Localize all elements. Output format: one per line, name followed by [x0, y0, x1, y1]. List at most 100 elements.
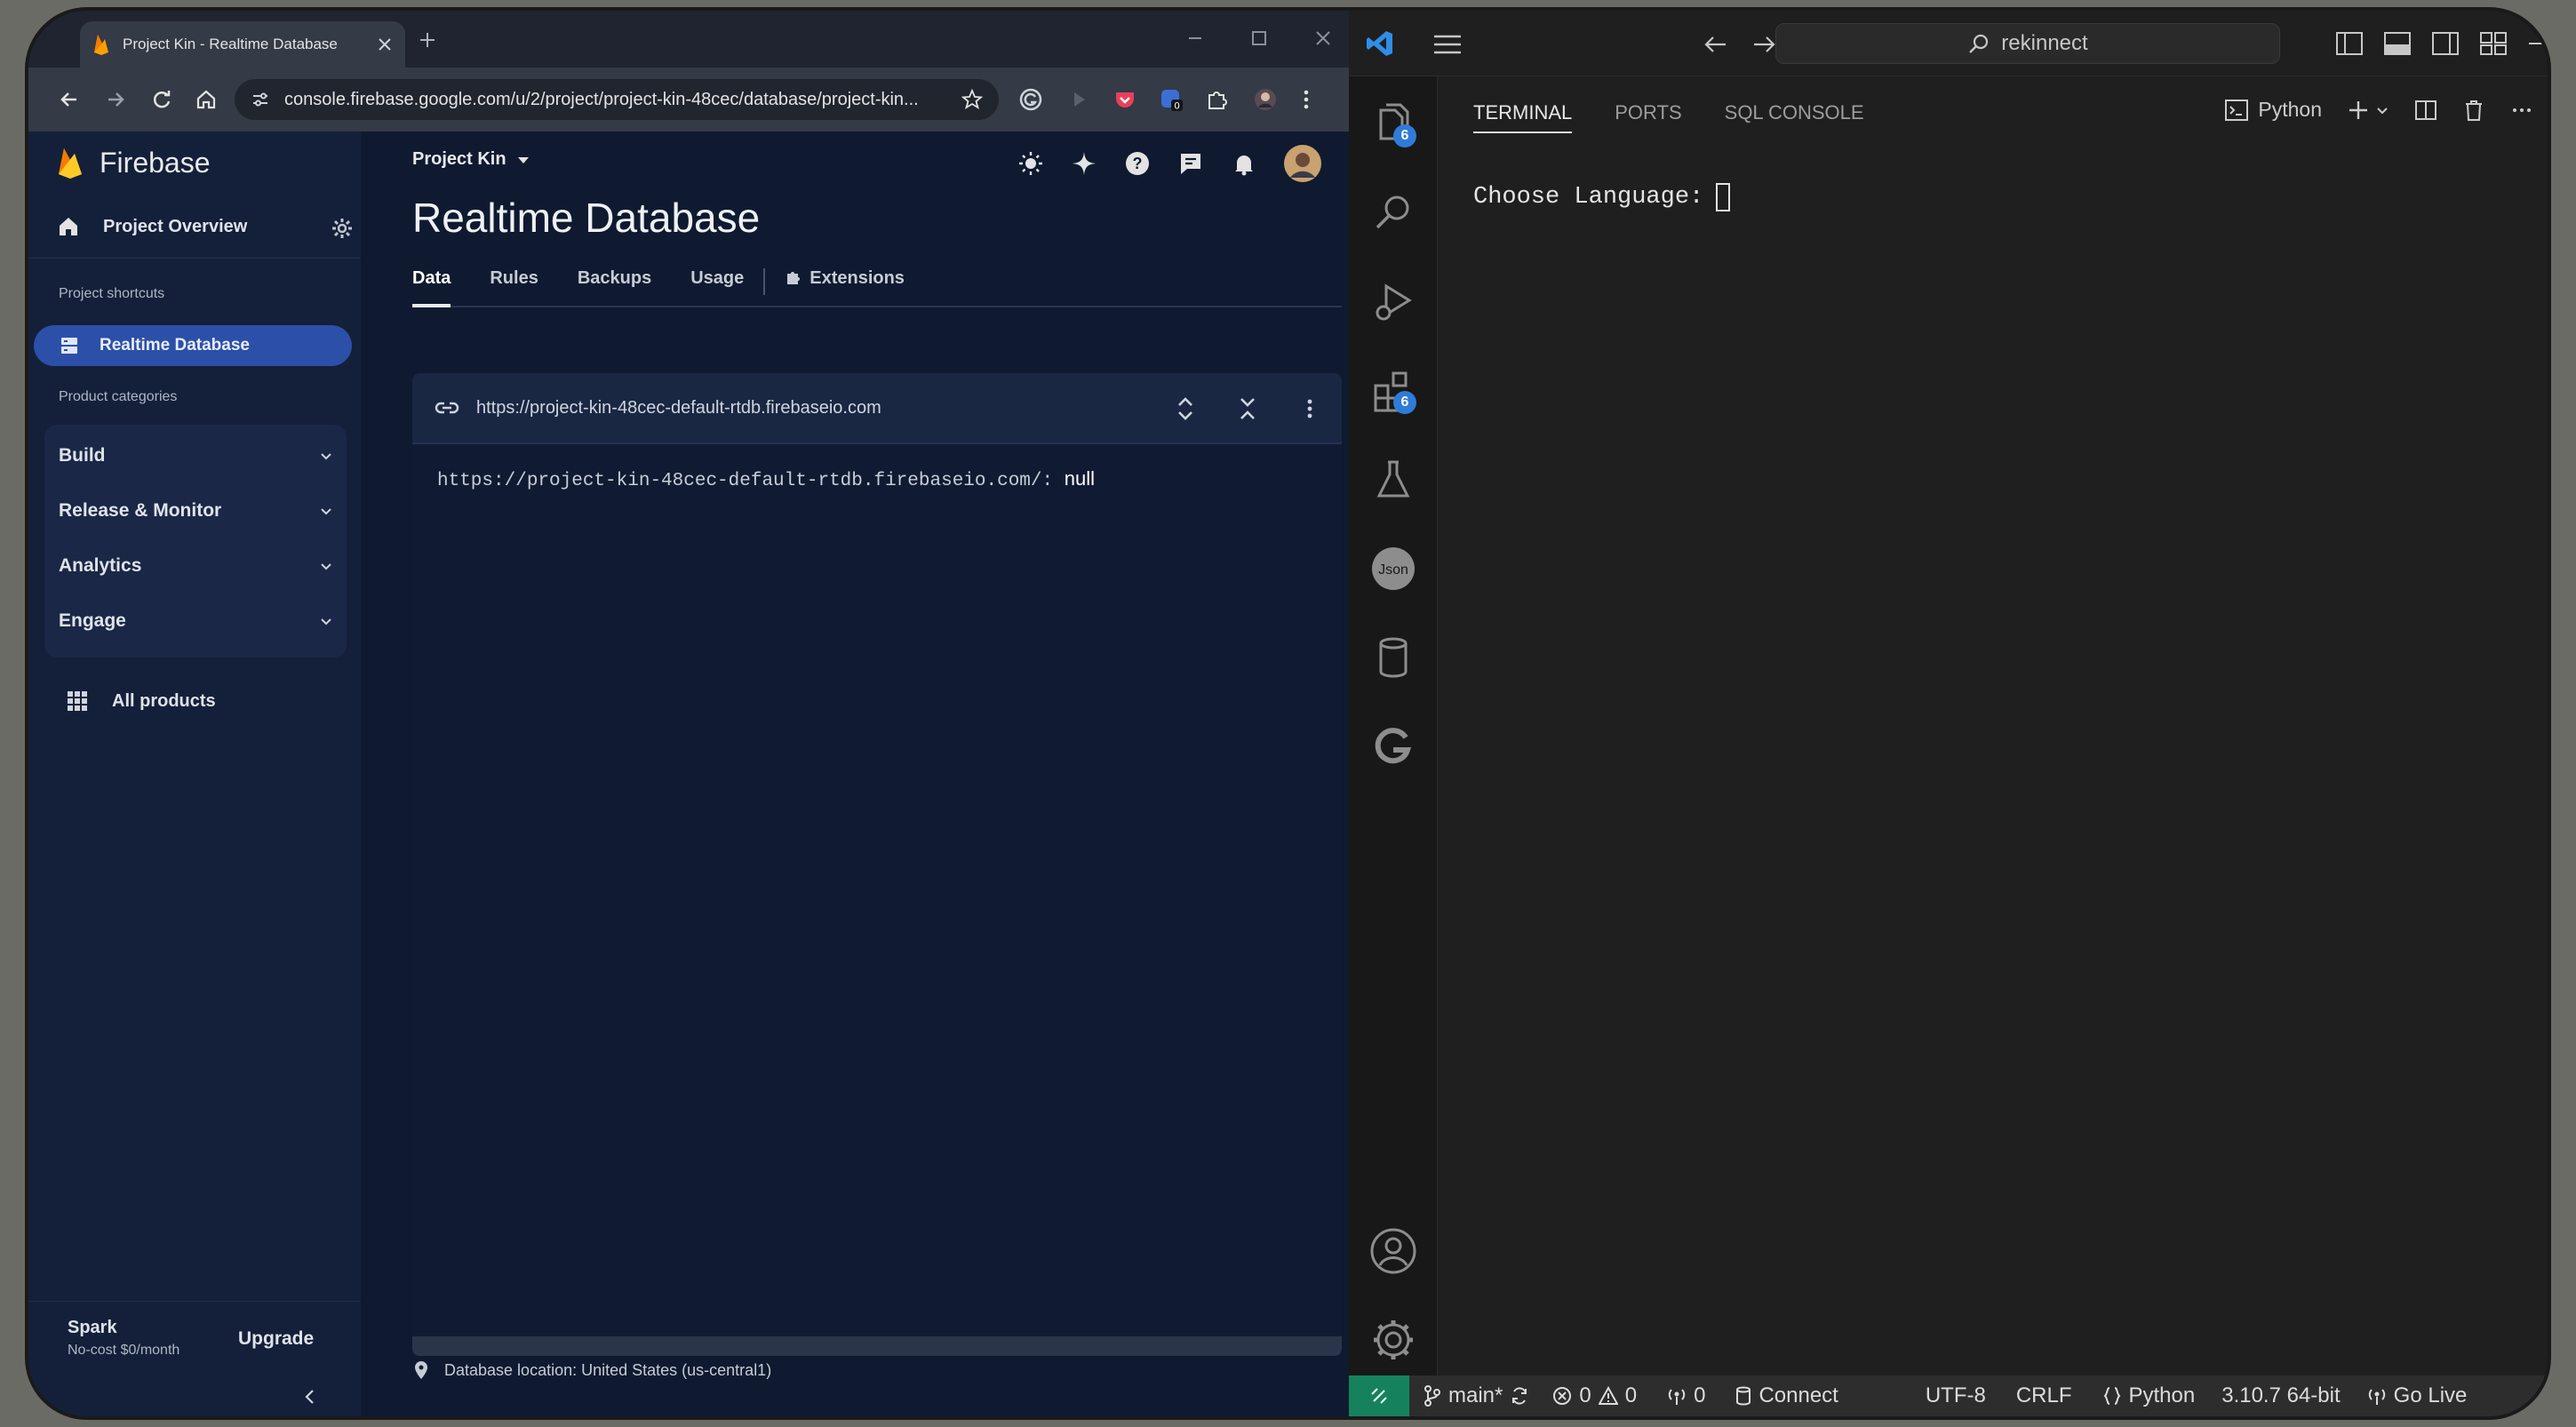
remote-indicator[interactable]: [1349, 1375, 1409, 1416]
language-mode[interactable]: Python: [2102, 1383, 2195, 1408]
terminal-profile[interactable]: Python: [2224, 98, 2322, 122]
all-products-link[interactable]: All products: [66, 690, 216, 713]
settings-gear-icon[interactable]: [1367, 1313, 1420, 1367]
more-actions-icon[interactable]: [2510, 99, 2533, 122]
eol-indicator[interactable]: CRLF: [2016, 1383, 2072, 1408]
bookmark-star-icon[interactable]: [961, 89, 983, 110]
play-extension-icon[interactable]: [1066, 87, 1091, 112]
expand-all-icon[interactable]: [1171, 395, 1200, 423]
category-analytics[interactable]: Analytics: [59, 538, 334, 594]
sql-connect[interactable]: Connect: [1735, 1383, 1838, 1408]
gemini-sparkle-icon[interactable]: [1070, 149, 1098, 178]
encoding-indicator[interactable]: UTF-8: [1926, 1383, 1986, 1408]
tab-ports[interactable]: PORTS: [1615, 101, 1681, 133]
theme-toggle-icon[interactable]: [1017, 149, 1045, 178]
category-release-monitor[interactable]: Release & Monitor: [59, 483, 334, 538]
panel-tabs: TERMINAL PORTS SQL CONSOLE: [1473, 101, 1864, 133]
git-branch[interactable]: main*: [1424, 1383, 1529, 1408]
hamburger-menu-icon[interactable]: [1432, 32, 1463, 57]
tab-extensions[interactable]: Extensions: [785, 268, 905, 307]
browser-window: Project Kin - Realtime Database console.…: [28, 11, 1349, 1416]
notifications-bell-icon[interactable]: [1230, 149, 1258, 178]
tab-rules[interactable]: Rules: [490, 268, 538, 307]
browser-toolbar: console.firebase.google.com/u/2/project/…: [28, 68, 1349, 132]
accounts-icon[interactable]: [1367, 1224, 1420, 1278]
extensions-icon[interactable]: 6: [1367, 364, 1420, 418]
maximize-icon[interactable]: [1249, 28, 1269, 48]
tab-backups[interactable]: Backups: [578, 268, 651, 307]
trash-icon[interactable]: [2462, 99, 2485, 122]
reload-icon[interactable]: [149, 87, 174, 112]
collapse-all-icon[interactable]: [1233, 395, 1262, 423]
category-engage[interactable]: Engage: [59, 594, 334, 649]
tab-usage[interactable]: Usage: [690, 268, 744, 307]
toggle-secondary-sidebar-icon[interactable]: [2431, 30, 2460, 57]
testing-flask-icon[interactable]: [1367, 453, 1420, 506]
ports-indicator[interactable]: 0: [1667, 1383, 1705, 1408]
gitlens-icon[interactable]: [1367, 720, 1420, 773]
toggle-panel-icon[interactable]: [2383, 30, 2412, 57]
new-terminal-button[interactable]: [2347, 99, 2389, 122]
upgrade-button[interactable]: Upgrade: [238, 1328, 314, 1350]
tab-sql-console[interactable]: SQL CONSOLE: [1725, 101, 1864, 133]
tab-data[interactable]: Data: [412, 268, 451, 307]
project-picker[interactable]: Project Kin: [412, 149, 531, 170]
forward-icon[interactable]: [103, 87, 128, 112]
plan-name: Spark: [68, 1318, 117, 1337]
user-avatar[interactable]: [1283, 144, 1322, 183]
home-icon[interactable]: [194, 87, 219, 112]
broadcast-icon: [2368, 1389, 2385, 1405]
database-cylinder-icon[interactable]: [1367, 631, 1420, 684]
close-window-icon[interactable]: [1313, 28, 1333, 48]
go-live-button[interactable]: Go Live: [2367, 1383, 2468, 1408]
terminal-output[interactable]: Choose Language:: [1473, 183, 1731, 211]
nav-forward-icon[interactable]: [1751, 34, 1777, 55]
horizontal-scrollbar[interactable]: [412, 1336, 1342, 1356]
address-bar[interactable]: console.firebase.google.com/u/2/project/…: [235, 79, 999, 120]
command-center-search[interactable]: rekinnect: [1775, 23, 2280, 64]
new-tab-icon[interactable]: [418, 30, 437, 50]
json-icon[interactable]: Json: [1367, 542, 1420, 595]
toggle-primary-sidebar-icon[interactable]: [2335, 30, 2364, 57]
browser-tab[interactable]: Project Kin - Realtime Database: [80, 21, 405, 68]
screen-frame: Project Kin - Realtime Database console.…: [25, 7, 2551, 1420]
collapse-sidebar-icon[interactable]: [300, 1387, 320, 1407]
close-tab-icon[interactable]: [377, 36, 393, 52]
run-debug-icon[interactable]: [1367, 275, 1420, 329]
database-url[interactable]: https://project-kin-48cec-default-rtdb.f…: [476, 398, 881, 419]
extensions-puzzle-icon[interactable]: [1205, 87, 1230, 112]
tab-title: Project Kin - Realtime Database: [123, 36, 338, 52]
search-icon[interactable]: [1367, 187, 1420, 240]
terminal-cursor: [1716, 183, 1731, 211]
minimize-icon[interactable]: [1185, 28, 1205, 48]
ublock-extension-icon[interactable]: 0: [1159, 87, 1184, 112]
tab-terminal[interactable]: TERMINAL: [1473, 101, 1573, 133]
tab-strip: Project Kin - Realtime Database: [28, 11, 1349, 68]
split-terminal-icon[interactable]: [2414, 99, 2437, 122]
problems-indicator[interactable]: 0 0: [1552, 1383, 1637, 1408]
back-icon[interactable]: [57, 87, 82, 112]
gear-icon[interactable]: [331, 217, 354, 240]
grammarly-extension-icon[interactable]: [1018, 87, 1043, 112]
nav-back-icon[interactable]: [1703, 34, 1729, 55]
feedback-icon[interactable]: [1176, 149, 1205, 178]
sidebar-item-realtime-database[interactable]: Realtime Database: [34, 325, 352, 366]
profile-avatar-icon[interactable]: [1253, 87, 1278, 112]
minimize-icon[interactable]: [2527, 37, 2547, 50]
browser-menu-icon[interactable]: [1294, 87, 1319, 112]
sync-icon[interactable]: [1510, 1386, 1529, 1406]
pocket-extension-icon[interactable]: [1113, 87, 1137, 112]
category-build[interactable]: Build: [59, 428, 334, 483]
customize-layout-icon[interactable]: [2479, 30, 2508, 57]
database-root-node[interactable]: https://project-kin-48cec-default-rtdb.f…: [437, 467, 1095, 491]
sidebar-divider: [28, 258, 361, 259]
plan-footer: Spark No-cost $0/month Upgrade: [28, 1301, 361, 1416]
go-live-label: Go Live: [2393, 1383, 2468, 1407]
firebase-logo[interactable]: Firebase: [57, 146, 211, 179]
explorer-icon[interactable]: 6: [1367, 98, 1420, 151]
more-options-icon[interactable]: [1296, 395, 1324, 423]
help-icon[interactable]: ?: [1123, 149, 1152, 178]
python-interpreter[interactable]: 3.10.7 64-bit: [2221, 1383, 2340, 1408]
project-overview-link[interactable]: Project Overview: [57, 215, 247, 238]
site-info-icon[interactable]: [251, 90, 270, 109]
